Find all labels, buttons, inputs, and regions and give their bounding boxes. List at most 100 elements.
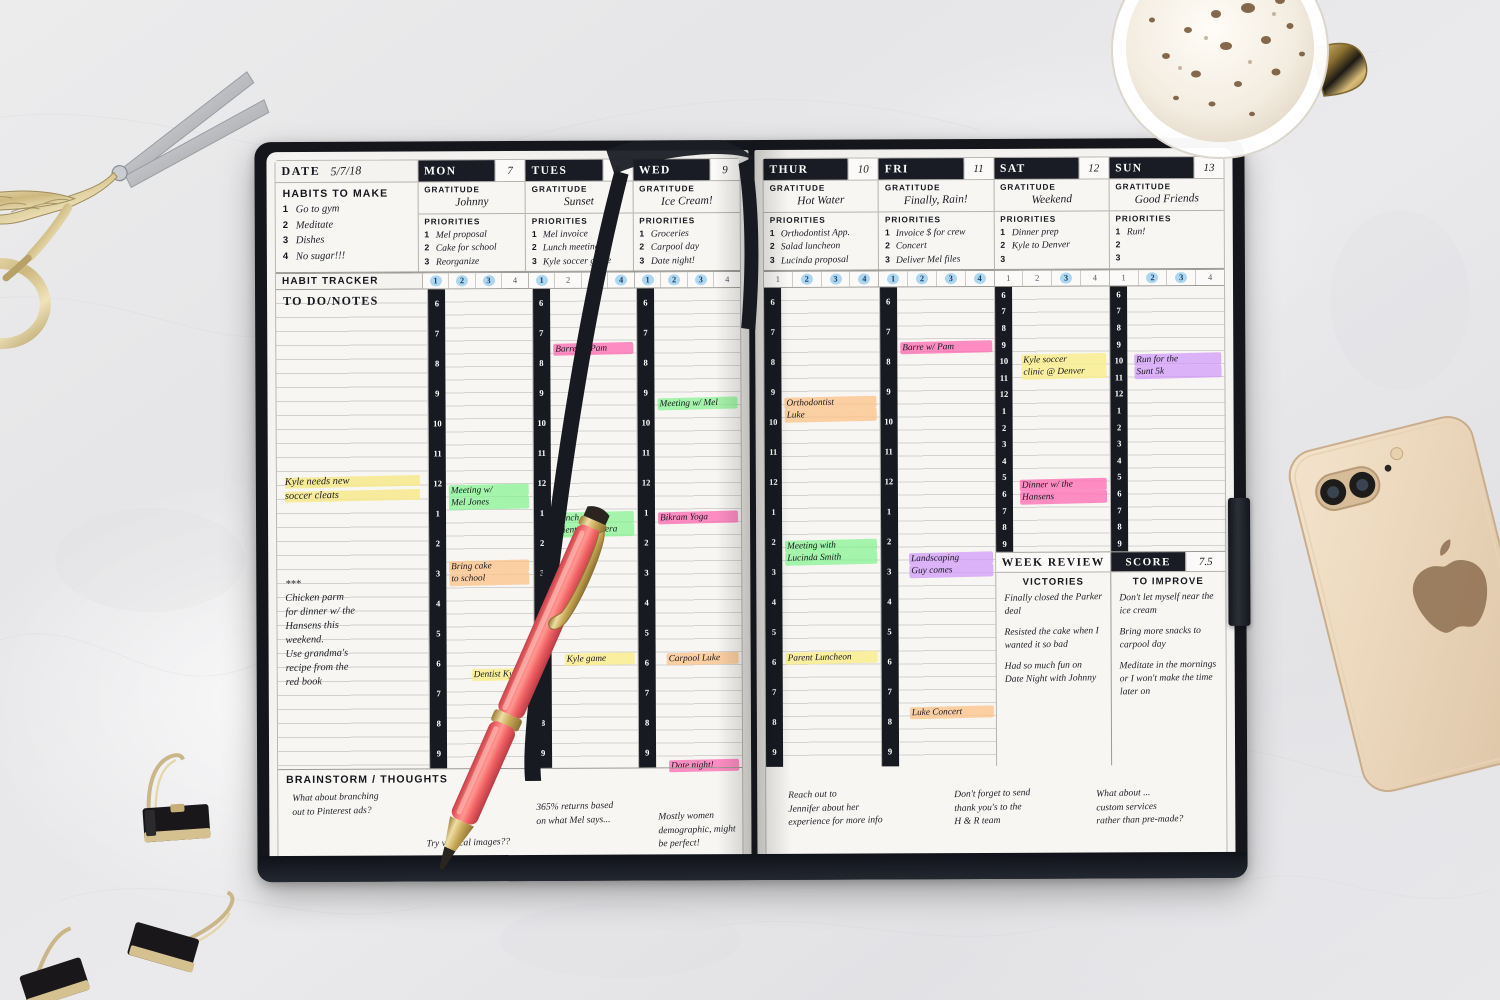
habit-tracker-cell[interactable]: 3 (1052, 270, 1081, 286)
calendar-event[interactable]: Parent Luncheon (785, 650, 879, 665)
priority-row[interactable]: 2 Lunch meeting (532, 241, 627, 253)
day-tab[interactable]: MON 7 (418, 159, 525, 183)
todo-note-block[interactable]: *** Chicken parm for dinner w/ the Hansens … (285, 577, 421, 690)
time-slots[interactable]: Barre w/ Pam Lunch w/ new client @ Panera K… (549, 288, 638, 768)
habit-tracker-cell[interactable]: 1 (634, 271, 662, 288)
time-slots[interactable]: Kyle soccer clinic @ Denver Dinner w/ the H… (1012, 285, 1111, 552)
habit-row[interactable]: 2 Meditate (283, 219, 411, 231)
habit-tracker-cell[interactable]: 2 (449, 272, 476, 288)
habit-tracker-cell[interactable]: 4 (1080, 269, 1109, 286)
time-slots[interactable]: Meeting w/Mel Jones Bring cake to school De… (445, 288, 534, 769)
habit-tracker-cell[interactable]: 3 (936, 270, 966, 286)
priorities-cell[interactable]: PRIORITIES 1 Orthodontist App. 2 Salad lunch… (764, 212, 878, 269)
day-schedule-sat[interactable]: 6 7 8 9 10 11 12 1 2 3 4 5 6 7 8 9 Kyle soccer clinic @ D… (995, 285, 1112, 552)
brainstorm-note[interactable]: Reach out to Jennifer about her experience… (788, 788, 883, 829)
priority-row[interactable]: 3 Kyle soccer game (532, 255, 627, 267)
calendar-event[interactable]: Orthodontist Luke (783, 395, 877, 423)
calendar-event[interactable]: Barre w/ Pam (899, 339, 993, 355)
day-tab[interactable]: SUN 13 (1109, 156, 1224, 180)
day-schedule-sun[interactable]: 6 7 8 9 10 11 12 1 2 3 4 5 6 7 8 9 Run for the Sunt 5k (1110, 285, 1226, 552)
calendar-event[interactable]: Barre w/ Pam (552, 341, 635, 356)
brainstorm-note[interactable]: Mostly women demographic, might be perfect… (658, 810, 736, 851)
time-slots[interactable]: Meeting w/ Mel Bikram Yoga Carpool Luke Dat… (653, 287, 743, 773)
habit-tracker-cell[interactable]: 1 (422, 272, 450, 288)
gratitude-cell[interactable]: GRATITUDE Weekend (994, 179, 1109, 212)
priority-row[interactable]: 1 Mel proposal (424, 228, 519, 240)
priorities-cell[interactable]: PRIORITIES 1 Mel invoice 2 Lunch meeting 3 Kyl… (526, 214, 633, 271)
priority-row[interactable]: 3 Reorganize (424, 255, 519, 267)
habit-tracker-cell[interactable]: 4 (965, 270, 994, 286)
calendar-event[interactable]: Meeting w/Mel Jones (448, 482, 531, 510)
habit-tracker-cell[interactable]: 2 (555, 272, 582, 288)
priority-row[interactable]: 1 Groceries (639, 227, 734, 239)
priority-row[interactable]: 2 (1116, 239, 1218, 249)
gratitude-cell[interactable]: GRATITUDE Johnny (418, 181, 525, 215)
gratitude-cell[interactable]: GRATITUDE Good Friends (1109, 178, 1224, 212)
calendar-event[interactable]: Dentist Kyle (471, 667, 532, 682)
habit-row[interactable]: 1 Go to gym (283, 203, 411, 215)
calendar-event[interactable]: Landscaping Guy comes (907, 550, 993, 578)
habit-tracker-cell[interactable]: 3 (1167, 269, 1197, 285)
priorities-cell[interactable]: PRIORITIES 1 Invoice $ for crew 2 Concert 3 De… (879, 212, 993, 269)
victories-column[interactable]: VICTORIES Finally closed the Parker deal… (996, 572, 1111, 765)
priority-row[interactable]: 1 Orthodontist App. (770, 226, 872, 239)
priority-row[interactable]: 1 Run! (1116, 225, 1218, 237)
priority-row[interactable]: 2 Cake for school (424, 242, 519, 254)
todo-note-block[interactable]: Kyle needs new soccer cleats (284, 472, 421, 504)
gratitude-cell[interactable]: GRATITUDE Finally, Rain! (878, 179, 994, 213)
day-tab[interactable]: WED 9 (633, 159, 740, 182)
habit-tracker-cell[interactable]: 1 (879, 270, 909, 286)
brainstorm-note[interactable]: Try vertical images?? (426, 836, 510, 851)
calendar-event[interactable]: Meeting with Lucinda Smith (784, 538, 878, 566)
day-tab[interactable]: FRI 11 (878, 157, 994, 181)
priority-row[interactable]: 2 Carpool day (639, 241, 734, 253)
habit-tracker-cell[interactable]: 4 (714, 271, 740, 287)
calendar-event[interactable]: Kyle soccer clinic @ Denver (1020, 352, 1108, 380)
gratitude-cell[interactable]: GRATITUDE Ice Cream! (633, 181, 740, 214)
day-schedule-tues[interactable]: 6 7 8 9 10 11 12 1 2 3 4 5 6 7 8 9 Barre w/ Pam Lunch w/ … (532, 287, 639, 768)
habit-tracker-cell[interactable]: 2 (1023, 270, 1053, 286)
todo-notes-panel[interactable]: TO DO/NOTES Kyle needs new soccer cleats *… (276, 288, 431, 770)
habit-tracker-cell[interactable]: 2 (908, 270, 937, 286)
habit-tracker-cell[interactable]: 3 (581, 272, 609, 288)
habit-row[interactable]: 4 No sugar!!! (283, 250, 411, 262)
brainstorm-note[interactable]: 365% returns based on what Mel says... (536, 800, 613, 828)
calendar-event[interactable]: Kyle game (563, 651, 636, 666)
priority-row[interactable]: 1 Dinner prep (1000, 226, 1102, 238)
weekly-planner-notebook[interactable]: DATE 5/7/18 HABITS TO MAKE 1 Go to gym 2 (254, 137, 1251, 883)
habit-tracker-cell[interactable]: 4 (1196, 269, 1225, 285)
date-field[interactable]: DATE 5/7/18 (275, 160, 418, 184)
habit-tracker-cell[interactable]: 2 (1138, 269, 1168, 285)
brainstorm-note[interactable]: Don't forget to send thank you's to the H … (954, 787, 1030, 829)
calendar-event[interactable]: Meeting w/ Mel (656, 396, 739, 411)
priorities-cell[interactable]: PRIORITIES 1 Dinner prep 2 Kyle to Denver 3 (994, 211, 1108, 268)
habit-tracker-cell[interactable]: 3 (475, 272, 503, 288)
calendar-event[interactable]: Carpool Luke (665, 651, 740, 666)
priority-row[interactable]: 2 Kyle to Denver (1000, 239, 1102, 251)
gratitude-cell[interactable]: GRATITUDE Sunset (525, 181, 633, 214)
habit-tracker-cell[interactable]: 4 (850, 270, 879, 287)
calendar-event[interactable]: Dinner w/ the Hansens (1019, 477, 1109, 505)
gratitude-cell[interactable]: GRATITUDE Hot Water (763, 180, 878, 213)
time-slots[interactable]: Orthodontist Luke Meeting with Lucinda Smit… (781, 286, 881, 767)
calendar-event[interactable]: Bikram Yoga (657, 509, 740, 525)
habit-tracker-cell[interactable]: 2 (661, 271, 688, 287)
habit-tracker-cell[interactable]: 4 (608, 272, 634, 288)
priority-row[interactable]: 3 Date night! (639, 254, 734, 266)
habit-tracker-cell[interactable]: 1 (994, 270, 1024, 286)
priority-row[interactable]: 3 Lucinda proposal (770, 253, 872, 265)
habit-row[interactable]: 3 Dishes (283, 234, 411, 247)
priorities-cell[interactable]: PRIORITIES 1 Mel proposal 2 Cake for school 3… (418, 214, 525, 271)
calendar-event[interactable]: Lunch w/ new client @ Panera (552, 510, 635, 538)
brainstorm-panel[interactable]: BRAINSTORM / THOUGHTS What about branchi… (278, 767, 743, 862)
habit-tracker-cell[interactable]: 3 (687, 271, 715, 287)
habit-tracker-cell[interactable]: 3 (821, 271, 851, 287)
priority-row[interactable]: 3 Deliver Mel files (885, 253, 987, 265)
habit-tracker-cell[interactable]: 2 (792, 271, 822, 287)
calendar-event[interactable]: Bring cake to school (448, 558, 531, 586)
priority-row[interactable]: 1 Invoice $ for crew (885, 226, 987, 239)
score-value[interactable]: 7.5 (1185, 551, 1226, 572)
priority-row[interactable]: 2 Concert (885, 240, 987, 252)
brainstorm-note[interactable]: What about ... custom services rather than… (1096, 787, 1183, 828)
priority-row[interactable]: 2 Salad luncheon (770, 240, 872, 252)
